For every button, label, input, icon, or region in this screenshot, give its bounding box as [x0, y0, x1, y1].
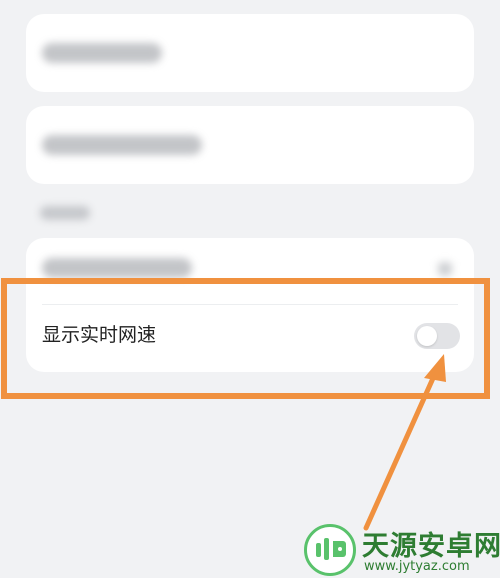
- annotation-arrow-icon: [363, 354, 446, 531]
- watermark-url: www.jytyaz.com: [364, 559, 470, 574]
- android-logo-icon: [304, 524, 356, 576]
- watermark-title: 天源安卓网: [362, 531, 500, 562]
- site-watermark: 天源安卓网 www.jytyaz.com: [300, 522, 500, 578]
